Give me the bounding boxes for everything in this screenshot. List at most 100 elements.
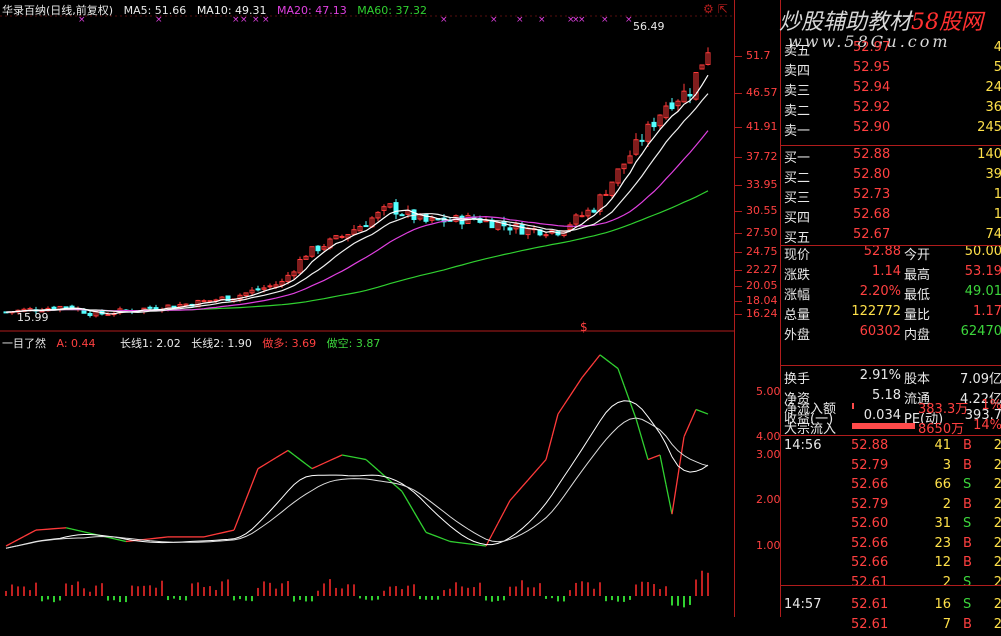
ask-row[interactable]: 卖二52.9236	[781, 99, 1001, 119]
flow-row: 净流入额383.3万1%	[781, 397, 1001, 417]
indicator-line-segment	[462, 543, 468, 544]
indicator-line-segment	[264, 461, 270, 465]
book-label: 买三	[784, 187, 810, 206]
candle-body	[88, 313, 92, 315]
indicator-line-segment	[624, 385, 630, 402]
candle-body	[268, 286, 272, 287]
tick-trail: 2	[994, 497, 1001, 512]
indicator-line-segment	[126, 541, 132, 542]
signal-marker: ×	[625, 15, 633, 25]
book-price: 52.90	[853, 120, 890, 135]
tick-row[interactable]: 52.612S2	[781, 574, 1001, 594]
indicator-line-segment	[432, 535, 438, 537]
bid-row[interactable]: 买二52.8039	[781, 166, 1001, 186]
indicator-line-segment	[408, 502, 414, 512]
tick-row[interactable]: 14:5752.6116S2	[781, 596, 1001, 616]
tick-side: B	[963, 458, 972, 473]
tick-volume: 7	[919, 617, 951, 632]
indicator-line-segment	[468, 544, 474, 545]
indicator-line-segment	[528, 473, 534, 480]
indicator-line-segment	[690, 410, 696, 424]
indicator-line-segment	[630, 402, 636, 419]
tick-row[interactable]: 52.793B2	[781, 457, 1001, 477]
candle-body	[316, 246, 320, 251]
quote-value-2: 49.01	[965, 284, 1001, 299]
ask-row[interactable]: 卖一52.90245	[781, 119, 1001, 139]
bid-row[interactable]: 买一52.88140	[781, 146, 1001, 166]
candle-body	[148, 307, 152, 308]
tick-row[interactable]: 14:5652.8841B2	[781, 437, 1001, 457]
tick-trail: 2	[994, 617, 1001, 632]
quote-label-2: 最低	[904, 284, 930, 303]
gear-icon[interactable]: ⚙	[703, 2, 714, 16]
bid-row[interactable]: 买四52.681	[781, 206, 1001, 226]
tick-row[interactable]: 52.6031S2	[781, 515, 1001, 535]
book-price: 52.92	[853, 100, 890, 115]
indicator-line-segment	[552, 414, 558, 437]
candle-body	[688, 94, 692, 96]
tick-volume: 3	[919, 458, 951, 473]
tick-volume: 23	[919, 536, 951, 551]
indicator-line-segment	[540, 460, 546, 467]
indicator-line-segment	[270, 458, 276, 462]
indicator-line-segment	[456, 542, 462, 543]
book-label: 买一	[784, 147, 810, 166]
indicator-line-segment	[300, 460, 306, 465]
tick-price: 52.61	[851, 617, 888, 632]
low-price-label: 15.99	[17, 311, 49, 324]
price-axis-label: 41.91	[746, 120, 778, 133]
ma5-label: MA5: 51.66	[124, 4, 187, 17]
tick-row[interactable]: 52.6623B2	[781, 535, 1001, 555]
tick-row[interactable]: 52.6666S2	[781, 476, 1001, 496]
quote-label: 涨幅	[784, 284, 810, 303]
book-label: 卖四	[784, 60, 810, 79]
kline-chart-area[interactable]: ×××××××××××××××	[0, 0, 735, 617]
ask-row[interactable]: 卖三52.9424	[781, 79, 1001, 99]
indicator-line-segment	[318, 463, 324, 466]
indicator-line-segment	[594, 355, 600, 363]
candle-body	[652, 122, 656, 126]
chart-settings-icons[interactable]: ⚙ ⇱	[703, 2, 728, 16]
indicator-line-segment	[288, 450, 294, 455]
indicator-line-segment	[150, 538, 156, 539]
tick-side: B	[963, 536, 972, 551]
indicator-line-segment	[480, 545, 486, 546]
indicator-line-segment	[618, 369, 624, 386]
signal-marker: ×	[516, 15, 524, 25]
indicator-line-segment	[522, 480, 528, 487]
indicator-line-segment	[156, 538, 162, 539]
indicator-line-segment	[648, 457, 654, 459]
indicator-line-segment	[366, 460, 372, 465]
book-label: 卖二	[784, 100, 810, 119]
tick-row[interactable]: 52.792B2	[781, 496, 1001, 516]
price-axis-label: 51.7	[746, 49, 771, 62]
tick-trail: 2	[994, 438, 1001, 453]
indicator-line-segment	[498, 512, 504, 523]
price-axis-label: 46.57	[746, 86, 778, 99]
indicator-line-segment	[66, 528, 72, 529]
indicator-line-segment	[162, 537, 168, 538]
tick-side: S	[963, 575, 971, 590]
tick-row[interactable]: 52.6612B2	[781, 554, 1001, 574]
indicator-line-segment	[330, 458, 336, 461]
dollar-icon: $	[580, 320, 588, 334]
indicator-axis-label: 3.00	[756, 448, 781, 461]
indicator-line-segment	[642, 439, 648, 459]
tick-row[interactable]: 52.617B2	[781, 616, 1001, 636]
expand-icon[interactable]: ⇱	[718, 2, 728, 16]
tick-price: 52.61	[851, 575, 888, 590]
ma60-label: MA60: 37.32	[357, 4, 427, 17]
indicator-line-segment	[600, 355, 606, 360]
tick-volume: 2	[919, 575, 951, 590]
signal-marker: ×	[490, 15, 498, 25]
flow-row: 大宗流入8650万14%	[781, 417, 1001, 437]
indicator-line-segment	[234, 515, 240, 530]
book-price: 52.94	[853, 80, 890, 95]
ask-row[interactable]: 卖四52.955	[781, 59, 1001, 79]
bid-row[interactable]: 买三52.731	[781, 186, 1001, 206]
book-price: 52.95	[853, 60, 890, 75]
ask-row[interactable]: 卖五52.974	[781, 39, 1001, 59]
indicator-line-segment	[510, 494, 516, 501]
indicator-line-segment	[450, 541, 456, 542]
indicator-line-segment	[378, 470, 384, 475]
